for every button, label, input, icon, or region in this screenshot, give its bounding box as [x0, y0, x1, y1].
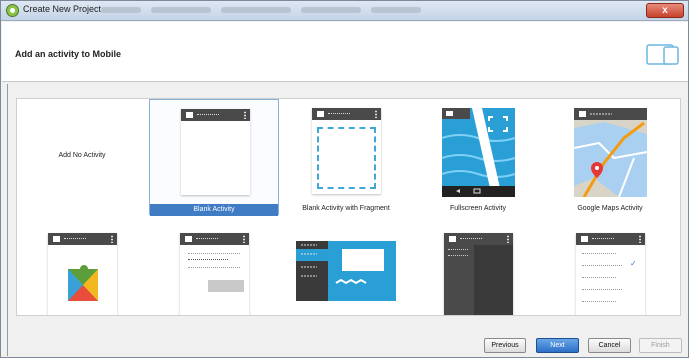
titlebar-blur	[301, 7, 361, 13]
tile-google-maps-activity[interactable]: Google Maps Activity	[545, 99, 675, 215]
titlebar-blur	[101, 7, 141, 13]
activity-gallery[interactable]: Add No Activity Blank Activity Blank Act…	[16, 98, 681, 316]
cancel-button[interactable]: Cancel	[588, 338, 631, 353]
action-bar	[181, 109, 250, 121]
previous-button[interactable]: Previous	[484, 338, 526, 353]
title-bar: Create New Project x	[1, 1, 688, 21]
titlebar-blur	[221, 7, 291, 13]
action-bar	[444, 233, 513, 245]
maps-preview	[574, 108, 647, 197]
phone-preview	[48, 233, 117, 315]
tile-label: Add No Activity	[58, 152, 106, 159]
fullscreen-preview	[442, 108, 515, 197]
tile-login-activity[interactable]	[149, 224, 279, 315]
overflow-icon	[375, 110, 377, 118]
phone-preview	[444, 233, 513, 315]
tile-settings-activity[interactable]: ✓	[545, 224, 675, 315]
overflow-icon	[639, 235, 641, 243]
divider	[7, 84, 8, 356]
tile-label: Blank Activity with Fragment	[302, 205, 390, 212]
tile-label: Blank Activity	[150, 204, 278, 216]
tablet-phone-icon	[646, 44, 679, 65]
tile-add-no-activity[interactable]: Add No Activity	[17, 99, 147, 215]
tile-master-detail-flow[interactable]	[281, 224, 411, 315]
google-play-services-icon	[68, 265, 98, 301]
next-button[interactable]: Next	[536, 338, 579, 353]
action-bar	[576, 233, 645, 245]
close-button[interactable]: x	[646, 3, 684, 18]
wizard-header: Add an activity to Mobile	[2, 22, 688, 82]
action-bar	[48, 233, 117, 245]
checkmark-icon: ✓	[630, 259, 637, 268]
action-bar	[312, 108, 381, 120]
tile-fullscreen-activity[interactable]: Fullscreen Activity	[413, 99, 543, 215]
titlebar-blur	[371, 7, 421, 13]
overflow-icon	[244, 111, 246, 119]
phone-preview: ✓	[576, 233, 645, 315]
phone-preview	[181, 109, 250, 195]
create-project-window: Create New Project x Add an activity to …	[0, 0, 689, 358]
fragment-placeholder	[317, 127, 376, 189]
overflow-icon	[111, 235, 113, 243]
tile-play-services[interactable]	[17, 224, 147, 315]
master-detail-preview	[296, 241, 396, 301]
android-studio-icon	[6, 4, 19, 17]
phone-preview	[180, 233, 249, 315]
titlebar-blur	[151, 7, 211, 13]
action-bar	[180, 233, 249, 245]
tile-blank-activity[interactable]: Blank Activity	[149, 99, 279, 216]
window-title: Create New Project	[23, 4, 102, 14]
tile-label: Fullscreen Activity	[449, 205, 507, 212]
overflow-icon	[507, 235, 509, 243]
tile-blank-activity-fragment[interactable]: Blank Activity with Fragment	[281, 99, 411, 215]
overflow-icon	[243, 235, 245, 243]
tile-label: Google Maps Activity	[577, 205, 643, 212]
page-title: Add an activity to Mobile	[15, 49, 122, 59]
phone-preview	[312, 108, 381, 194]
tile-navigation-drawer[interactable]	[413, 224, 543, 315]
finish-button[interactable]: Finish	[639, 338, 682, 353]
